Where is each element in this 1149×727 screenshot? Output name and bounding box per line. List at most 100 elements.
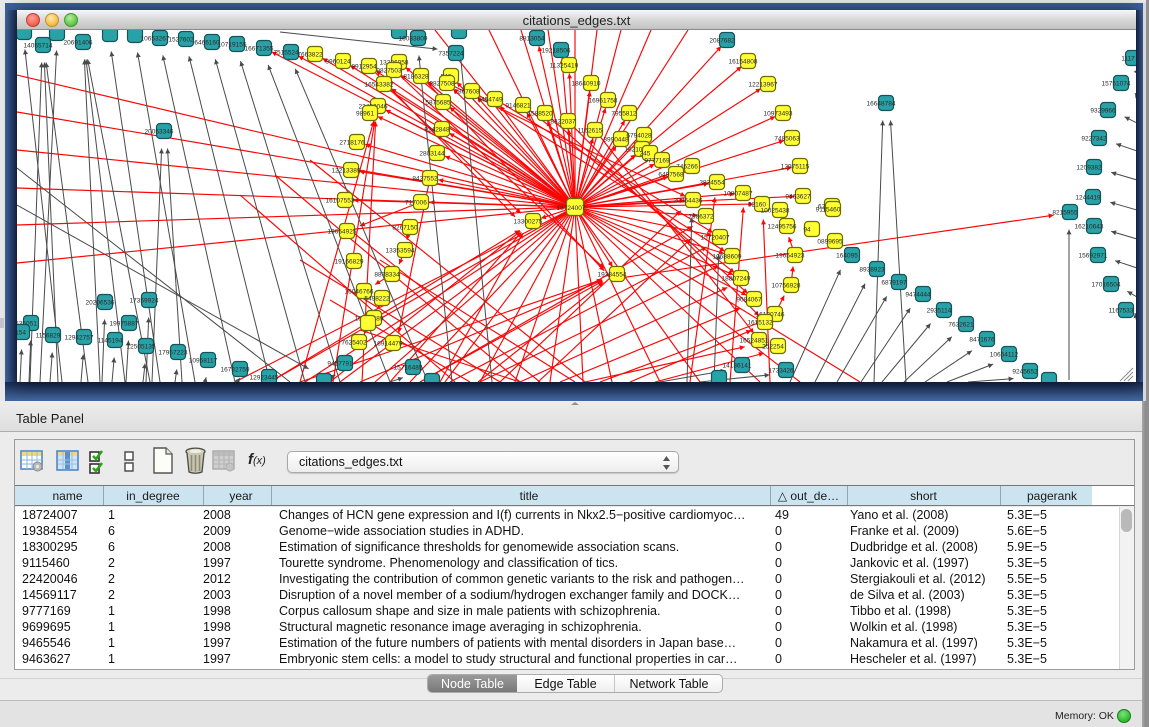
svg-text:18640910: 18640910 <box>572 81 601 88</box>
svg-text:2718176: 2718176 <box>339 140 365 147</box>
svg-text:6879197: 6879197 <box>881 280 907 287</box>
svg-text:164095: 164095 <box>836 253 858 260</box>
svg-text:8938923: 8938923 <box>859 267 885 274</box>
svg-text:16046766: 16046766 <box>345 289 374 296</box>
svg-text:98961: 98961 <box>356 111 374 118</box>
svg-text:17957223: 17957223 <box>159 350 188 357</box>
svg-text:1156829: 1156829 <box>36 333 61 340</box>
svg-text:1588520: 1588520 <box>527 111 553 118</box>
svg-text:6466160: 6466160 <box>194 40 220 47</box>
svg-text:252254: 252254 <box>762 344 784 351</box>
svg-text:717006: 717006 <box>405 200 427 207</box>
svg-text:7485063: 7485063 <box>774 136 800 143</box>
svg-text:20691406: 20691406 <box>64 40 93 47</box>
svg-text:2803144: 2803144 <box>419 151 445 158</box>
svg-text:7515524: 7515524 <box>273 50 299 57</box>
svg-text:6794028: 6794028 <box>626 133 652 140</box>
svg-text:12975115: 12975115 <box>781 164 810 171</box>
svg-text:13300275: 13300275 <box>514 219 543 226</box>
svg-text:8471676: 8471676 <box>969 337 995 344</box>
svg-text:15751074: 15751074 <box>1102 81 1131 88</box>
svg-text:6497568: 6497568 <box>658 172 684 179</box>
svg-text:9474444: 9474444 <box>905 292 931 299</box>
svg-text:8990448: 8990448 <box>603 137 629 144</box>
svg-text:18724007: 18724007 <box>557 205 586 212</box>
svg-text:245: 245 <box>640 151 651 158</box>
svg-text:9084067: 9084067 <box>736 297 762 304</box>
svg-text:16154808: 16154808 <box>729 59 758 66</box>
svg-text:16961758: 16961758 <box>589 98 618 105</box>
svg-text:16914479: 16914479 <box>374 341 403 348</box>
svg-text:13353594: 13353594 <box>386 248 415 255</box>
svg-text:7632621: 7632621 <box>948 322 974 329</box>
svg-text:10654112: 10654112 <box>990 352 1019 359</box>
svg-text:8912954: 8912954 <box>351 64 377 71</box>
svg-text:20206536: 20206536 <box>86 300 115 307</box>
svg-text:16648784: 16648784 <box>867 101 896 108</box>
svg-text:3824554: 3824554 <box>699 180 725 187</box>
svg-text:8454749: 8454749 <box>477 97 503 104</box>
svg-text:16107553: 16107553 <box>326 198 355 205</box>
svg-text:5498222: 5498222 <box>364 296 390 303</box>
svg-text:1117: 1117 <box>1121 56 1135 63</box>
svg-text:7625402: 7625402 <box>341 340 367 347</box>
svg-text:9227342: 9227342 <box>1081 136 1107 143</box>
svg-text:1167533: 1167533 <box>1109 308 1134 315</box>
svg-text:19654925: 19654925 <box>328 229 357 236</box>
svg-text:12942757: 12942757 <box>65 335 94 342</box>
svg-text:10719155: 10719155 <box>218 42 247 49</box>
svg-text:12505135: 12505135 <box>127 344 156 351</box>
svg-text:9146821: 9146821 <box>505 103 531 110</box>
svg-text:12213389: 12213389 <box>332 168 361 175</box>
svg-text:19654923: 19654923 <box>776 253 805 260</box>
svg-text:1733426: 1733426 <box>768 368 794 375</box>
svg-text:8186328: 8186328 <box>403 74 429 81</box>
svg-text:10973493: 10973493 <box>764 111 793 118</box>
svg-text:9827508: 9827508 <box>429 81 455 88</box>
svg-text:18807249: 18807249 <box>722 276 751 283</box>
svg-text:10688609: 10688609 <box>713 254 742 261</box>
svg-text:9960124: 9960124 <box>325 59 351 66</box>
svg-text:8215955: 8215955 <box>1052 210 1078 217</box>
svg-text:1527602: 1527602 <box>168 37 194 44</box>
svg-text:9242848: 9242848 <box>424 127 450 134</box>
svg-text:20364436: 20364436 <box>674 198 703 205</box>
svg-text:9827503: 9827503 <box>376 68 402 75</box>
svg-text:12495756: 12495756 <box>768 224 797 231</box>
svg-text:2935114: 2935114 <box>927 308 952 315</box>
svg-text:8322037: 8322037 <box>550 119 576 126</box>
svg-text:5875685: 5875685 <box>425 100 451 107</box>
svg-text:14055714: 14055714 <box>24 43 53 50</box>
svg-text:8427552: 8427552 <box>412 176 438 183</box>
svg-text:2867608: 2867608 <box>454 89 480 96</box>
svg-text:11325419: 11325419 <box>550 63 579 70</box>
svg-text:17359924: 17359924 <box>130 298 159 305</box>
svg-text:9777169: 9777169 <box>644 158 670 165</box>
svg-text:15716485: 15716485 <box>394 365 423 372</box>
svg-text:15720407: 15720407 <box>701 235 730 242</box>
svg-text:7663822: 7663822 <box>297 52 323 59</box>
svg-text:1615132: 1615132 <box>747 320 773 327</box>
svg-text:19166829: 19166829 <box>335 259 364 266</box>
svg-text:17016504: 17016504 <box>1092 282 1121 289</box>
svg-text:16210643: 16210643 <box>1075 224 1104 231</box>
svg-text:1162615: 1162615 <box>578 128 603 135</box>
svg-text:39154: 39154 <box>17 330 26 337</box>
svg-text:8267150: 8267150 <box>392 225 418 232</box>
svg-text:1209382: 1209382 <box>1076 165 1102 172</box>
svg-text:10025438: 10025438 <box>761 208 790 215</box>
svg-text:8813054: 8813054 <box>519 36 545 43</box>
svg-text:10958117: 10958117 <box>189 358 218 365</box>
svg-text:10653267: 10653267 <box>141 36 170 43</box>
svg-text:94: 94 <box>803 227 811 234</box>
svg-text:16671355: 16671355 <box>245 46 274 53</box>
svg-text:12213967: 12213967 <box>749 82 778 89</box>
svg-text:14136141: 14136141 <box>723 363 752 370</box>
svg-text:9463627: 9463627 <box>785 194 811 201</box>
svg-text:10756928: 10756928 <box>772 283 801 290</box>
svg-text:19218506: 19218506 <box>542 48 571 55</box>
svg-text:12923445: 12923445 <box>250 375 279 382</box>
svg-text:9115460: 9115460 <box>816 207 841 214</box>
svg-text:9329966: 9329966 <box>1090 108 1116 115</box>
svg-text:0899695: 0899695 <box>817 239 843 246</box>
